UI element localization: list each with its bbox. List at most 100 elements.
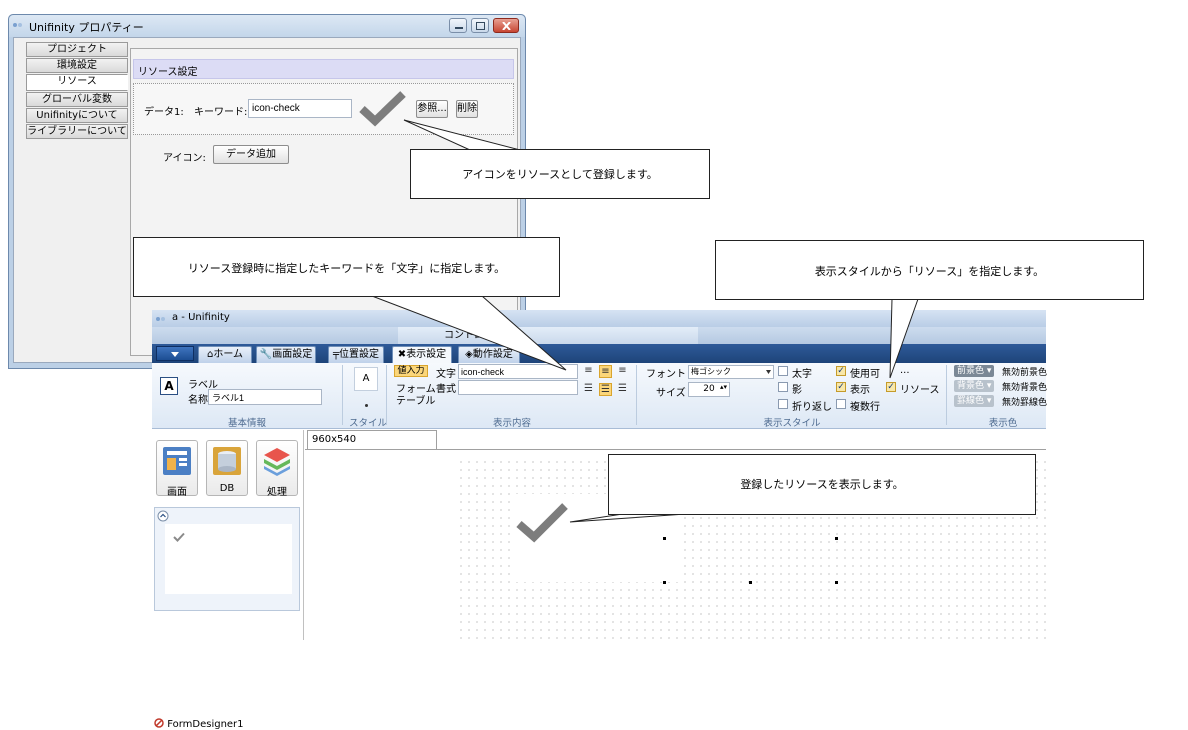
tool-process-label: 処理	[267, 487, 287, 498]
collapse-icon[interactable]	[157, 510, 169, 522]
wrap-checkbox[interactable]	[778, 399, 788, 409]
stepper-icon: ▴▾	[719, 383, 727, 391]
text-input[interactable]	[458, 364, 578, 379]
gallery-more-icon[interactable]	[364, 403, 369, 408]
close-button[interactable]	[493, 18, 519, 33]
bg-color-dropdown[interactable]: 背景色 ▾	[954, 380, 995, 392]
tab-about-unifinity[interactable]: Unifinityについて	[26, 108, 128, 123]
align-right-icon[interactable]: ☰	[616, 383, 629, 396]
no-entry-icon	[154, 718, 164, 728]
align-center-icon[interactable]: ☰	[599, 383, 612, 396]
maximize-button[interactable]	[471, 18, 489, 33]
resource-label: リソース	[900, 385, 940, 396]
app-icon	[13, 23, 22, 27]
data-label: データ1:	[144, 107, 184, 118]
tab-display-settings[interactable]: ✖表示設定	[392, 346, 452, 363]
icon-label: アイコン:	[163, 153, 206, 164]
tool-screen-button[interactable]: 画面	[156, 440, 198, 498]
callout-text: リソース登録時に指定したキーワードを「文字」に指定します。	[187, 262, 506, 275]
wrench-icon: 🔧	[259, 349, 273, 360]
fg-color-dropdown[interactable]: 前景色 ▾	[954, 365, 995, 377]
size-stepper[interactable]: 20 ▴▾	[688, 382, 730, 397]
align-left-icon[interactable]: ☰	[582, 383, 595, 396]
form-tree	[154, 507, 300, 611]
visible-checkbox[interactable]: ✓	[836, 382, 846, 392]
value-input-button[interactable]: 値入力	[394, 365, 428, 377]
callout-text: 登録したリソースを表示します。	[740, 478, 904, 491]
group-style-settings-label: 表示スタイル	[763, 418, 821, 429]
ribbon-context-bar: コントロール	[152, 327, 1046, 344]
cube-icon: ◈	[465, 349, 473, 360]
group-separator	[946, 365, 947, 425]
fg-disabled-label[interactable]: 無効前景色	[1002, 365, 1047, 378]
tab-behavior-settings[interactable]: ◈動作設定	[458, 346, 520, 363]
resize-handle[interactable]	[835, 537, 838, 540]
screen-icon	[163, 447, 191, 475]
enabled-checkbox[interactable]: ✓	[836, 366, 846, 376]
font-select[interactable]: 梅ゴシック	[688, 365, 774, 379]
format-input[interactable]	[458, 380, 578, 395]
canvas-tab[interactable]: 960x540	[307, 430, 437, 449]
browse-button[interactable]: 参照...	[416, 100, 448, 118]
multiline-checkbox[interactable]	[836, 399, 846, 409]
resize-handle[interactable]	[835, 581, 838, 584]
enabled-label: 使用可	[850, 369, 880, 380]
tab-environment[interactable]: 環境設定	[26, 58, 128, 73]
resize-handle[interactable]	[663, 537, 666, 540]
align-bottom-icon[interactable]: ≡	[616, 365, 629, 378]
form-designer-item[interactable]: FormDesigner1	[154, 718, 244, 730]
group-basic-info-label: 基本情報	[227, 418, 266, 429]
group-separator	[342, 365, 343, 425]
form-designer-label: FormDesigner1	[167, 719, 244, 730]
group-separator	[386, 365, 387, 425]
border-disabled-label[interactable]: 無効罫線色	[1002, 395, 1047, 408]
tab-project[interactable]: プロジェクト	[26, 42, 128, 57]
tab-home[interactable]: ⌂ホーム	[198, 346, 252, 363]
align-top-icon[interactable]: ≡	[582, 365, 595, 378]
canvas-tab-label: 960x540	[312, 434, 357, 445]
tool-process-button[interactable]: 処理	[256, 440, 298, 498]
keyword-input[interactable]	[248, 99, 352, 118]
minimize-button[interactable]	[449, 18, 467, 33]
tab-position-settings[interactable]: ╤位置設定	[328, 346, 384, 363]
check-icon	[173, 532, 185, 542]
group-content-label: 表示内容	[492, 418, 531, 429]
shadow-checkbox[interactable]	[778, 382, 788, 392]
tool-panel: 画面 DB 処理 FormDesigner1	[152, 430, 304, 730]
app-menu-button[interactable]	[156, 346, 194, 361]
section-title: リソース設定	[138, 67, 198, 78]
font-select-value: 梅ゴシック	[691, 367, 731, 376]
tab-global-vars[interactable]: グローバル変数	[26, 92, 128, 107]
tool-db-button[interactable]: DB	[206, 440, 248, 496]
callout-text: アイコンをリソースとして登録します。	[462, 168, 658, 181]
border-color-dropdown[interactable]: 罫線色 ▾	[954, 395, 995, 407]
window-title: Unifinity プロパティー	[29, 21, 144, 34]
style-gallery-item[interactable]: A	[354, 367, 378, 391]
align-middle-icon[interactable]: ≡	[599, 365, 612, 378]
resource-checkbox[interactable]: ✓	[886, 382, 896, 392]
bg-disabled-label[interactable]: 無効背景色	[1002, 380, 1047, 393]
resize-handle[interactable]	[663, 581, 666, 584]
name-input[interactable]	[208, 389, 322, 405]
tab-home-label: ホーム	[213, 349, 244, 360]
add-data-button[interactable]: データ追加	[213, 145, 289, 164]
bold-checkbox[interactable]	[778, 366, 788, 376]
tab-about-libraries[interactable]: ライブラリーについて	[26, 124, 128, 139]
wrap-label: 折り返し	[792, 402, 832, 413]
tab-position-label: 位置設定	[339, 349, 380, 360]
tool-screen-label: 画面	[167, 487, 187, 498]
cross-tools-icon: ✖	[397, 349, 407, 360]
context-tab-label: コントロール	[398, 327, 698, 344]
context-tab-text: コントロール	[444, 330, 504, 341]
bg-color-label: 背景色	[957, 381, 985, 391]
section-header: リソース設定	[133, 59, 514, 79]
size-label: サイズ	[656, 388, 686, 399]
tab-screen-settings[interactable]: 🔧画面設定	[256, 346, 316, 363]
tab-resource[interactable]: リソース	[26, 74, 128, 91]
delete-button[interactable]: 削除	[456, 100, 478, 118]
tool-db-label: DB	[219, 483, 235, 494]
resize-handle[interactable]	[749, 581, 752, 584]
minimize-icon	[455, 27, 463, 29]
label-control-icon: A	[160, 377, 178, 395]
form-thumbnail[interactable]	[165, 524, 292, 594]
